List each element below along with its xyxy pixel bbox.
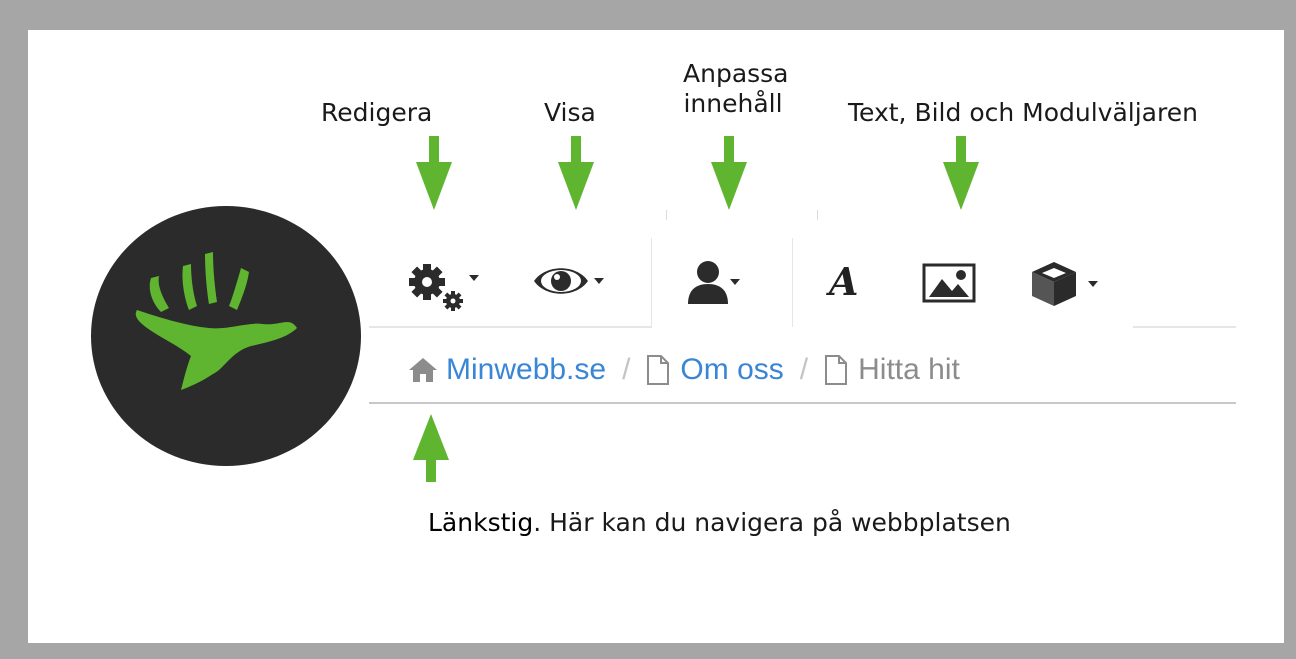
caret-down-icon: [730, 279, 740, 285]
toolbar-separator: [651, 238, 652, 327]
toolbar-bottom-line: [1133, 326, 1236, 328]
arrow-down-anpassa: [711, 136, 747, 210]
caret-down-icon: [594, 278, 604, 284]
customize-dropdown[interactable]: [686, 260, 740, 304]
module-dropdown[interactable]: [1030, 260, 1098, 308]
view-dropdown[interactable]: [532, 262, 604, 300]
page-icon: [647, 355, 670, 385]
user-icon: [688, 261, 728, 304]
caption-highlight: Länkstig: [428, 508, 534, 537]
breadcrumb-separator: /: [622, 353, 631, 386]
cube-icon: [1032, 262, 1076, 306]
breadcrumb-item-om-oss[interactable]: Om oss: [680, 353, 783, 387]
arrow-down-redigera: [416, 136, 452, 210]
eye-icon: [534, 268, 588, 294]
arrow-down-visa: [558, 136, 594, 210]
caret-down-icon: [1088, 281, 1098, 287]
text-tool-button[interactable]: A: [829, 262, 858, 302]
label-anpassa: Anpassa innehåll: [683, 59, 789, 119]
gears-icon: [409, 264, 463, 311]
breadcrumb-separator: /: [799, 353, 809, 386]
label-visa: Visa: [544, 98, 596, 127]
label-anpassa-line2: innehåll: [683, 89, 783, 118]
label-redigera: Redigera: [321, 98, 433, 127]
image-tool-button[interactable]: [922, 263, 976, 303]
toolbar-bottom-line: [369, 326, 652, 328]
toolbar-tick: [817, 210, 818, 220]
breadcrumb: Minwebb.se / Om oss / Hitta hit: [408, 345, 960, 395]
settings-dropdown[interactable]: [405, 262, 479, 314]
toolbar-tick: [666, 210, 667, 220]
breadcrumb-item-hitta-hit: Hitta hit: [858, 353, 960, 386]
home-icon: [409, 358, 437, 382]
arrow-up-breadcrumb: [413, 414, 449, 482]
arrow-down-text-bild: [943, 136, 979, 210]
toolbar-separator: [792, 238, 793, 327]
breadcrumb-item-home[interactable]: Minwebb.se: [446, 353, 606, 387]
label-text-bild-modul: Text, Bild och Modulväljaren: [848, 98, 1198, 127]
caption-text: . Här kan du navigera på webbplatsen: [533, 508, 1011, 537]
caret-down-icon: [469, 275, 479, 281]
page-icon: [825, 355, 848, 385]
font-icon: A: [829, 259, 859, 304]
image-icon: [922, 263, 976, 303]
label-anpassa-line1: Anpassa: [683, 59, 789, 88]
breadcrumb-caption: Länkstig. Här kan du navigera på webbpla…: [428, 508, 1011, 537]
hand-logo: [91, 206, 361, 466]
breadcrumb-underline: [369, 402, 1236, 404]
